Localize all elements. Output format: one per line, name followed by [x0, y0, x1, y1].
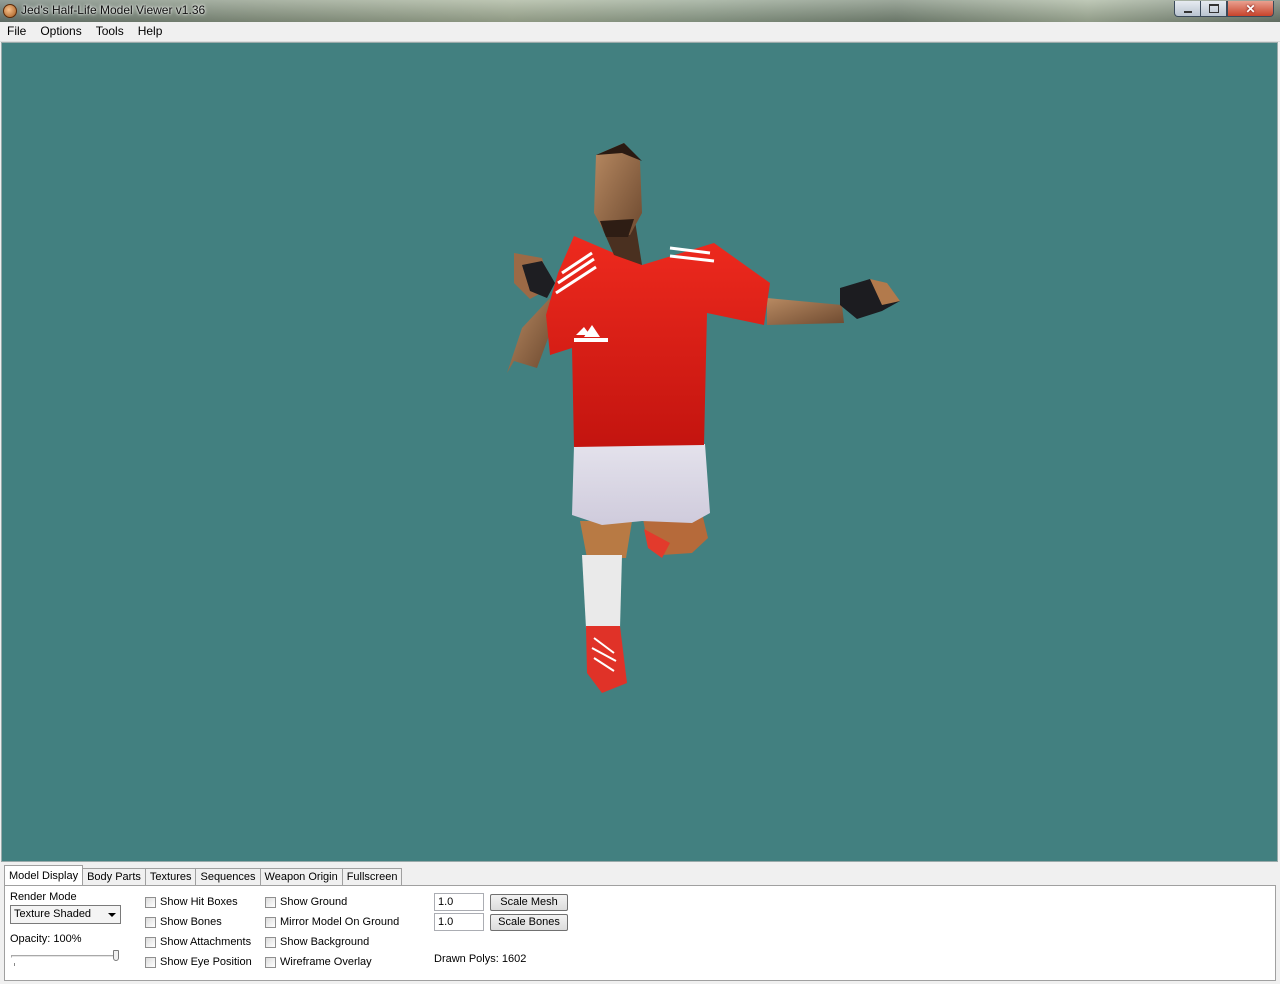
tab-textures[interactable]: Textures [144, 868, 197, 885]
tab-fullscreen[interactable]: Fullscreen [341, 868, 403, 885]
wireframe-overlay-checkbox[interactable]: Wireframe Overlay [265, 955, 372, 969]
slider-thumb[interactable] [113, 950, 119, 961]
tab-model-display[interactable]: Model Display [4, 865, 84, 885]
menu-options[interactable]: Options [33, 22, 88, 41]
minimize-icon [1183, 10, 1192, 13]
render-mode-label: Render Mode [10, 891, 77, 903]
tab-sequences[interactable]: Sequences [195, 868, 261, 885]
scale-bones-button[interactable]: Scale Bones [490, 914, 568, 931]
drawn-polys-readout: Drawn Polys: 1602 [434, 953, 527, 965]
control-panel: Model Display Body Parts Textures Sequen… [0, 863, 1280, 984]
render-mode-select[interactable]: Texture Shaded [10, 905, 121, 924]
tab-weapon-origin[interactable]: Weapon Origin [259, 868, 343, 885]
maximize-icon [1208, 4, 1219, 13]
opacity-slider[interactable] [11, 950, 119, 966]
maximize-button[interactable] [1200, 1, 1227, 17]
menu-tools[interactable]: Tools [89, 22, 131, 41]
model-display-page: Render Mode Texture Shaded Opacity: 100%… [4, 885, 1276, 981]
show-background-checkbox[interactable]: Show Background [265, 935, 369, 949]
title-bar[interactable]: Jed's Half-Life Model Viewer v1.36 ✕ [0, 0, 1280, 22]
close-icon: ✕ [1245, 1, 1256, 16]
show-attachments-checkbox[interactable]: Show Attachments [145, 935, 251, 949]
show-hit-boxes-checkbox[interactable]: Show Hit Boxes [145, 895, 238, 909]
mirror-model-checkbox[interactable]: Mirror Model On Ground [265, 915, 399, 929]
app-icon [3, 4, 17, 18]
model-viewport[interactable] [1, 42, 1278, 862]
render-mode-value: Texture Shaded [14, 908, 92, 920]
close-button[interactable]: ✕ [1227, 1, 1274, 17]
scale-bones-input[interactable]: 1.0 [434, 913, 484, 931]
scale-mesh-input[interactable]: 1.0 [434, 893, 484, 911]
chevron-down-icon [108, 913, 116, 917]
tab-strip: Model Display Body Parts Textures Sequen… [4, 865, 403, 886]
menu-bar: File Options Tools Help [0, 22, 1280, 42]
window-title: Jed's Half-Life Model Viewer v1.36 [21, 3, 206, 17]
show-bones-checkbox[interactable]: Show Bones [145, 915, 222, 929]
show-ground-checkbox[interactable]: Show Ground [265, 895, 347, 909]
show-eye-position-checkbox[interactable]: Show Eye Position [145, 955, 252, 969]
tab-body-parts[interactable]: Body Parts [82, 868, 146, 885]
player-model [507, 143, 900, 693]
scale-mesh-button[interactable]: Scale Mesh [490, 894, 568, 911]
opacity-label: Opacity: 100% [10, 933, 82, 945]
minimize-button[interactable] [1174, 1, 1201, 17]
menu-help[interactable]: Help [131, 22, 170, 41]
menu-file[interactable]: File [0, 22, 33, 41]
